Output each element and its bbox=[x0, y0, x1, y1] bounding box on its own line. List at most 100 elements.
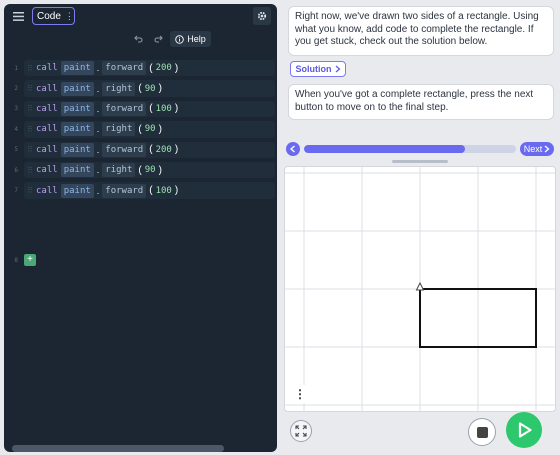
code-line[interactable]: 2 ⠿ call paint . right ( 90 ) bbox=[4, 78, 277, 98]
argument-value[interactable]: 90 bbox=[145, 124, 156, 134]
drag-handle-icon[interactable]: ⠿ bbox=[27, 145, 33, 154]
object-chip[interactable]: paint bbox=[60, 163, 94, 178]
code-block[interactable]: ⠿ call paint . right ( 90 ) bbox=[24, 161, 275, 179]
help-button[interactable]: Help bbox=[170, 31, 211, 47]
code-line[interactable]: 5 ⠿ call paint . forward ( 200 ) bbox=[4, 140, 277, 160]
canvas-grid bbox=[285, 167, 555, 411]
code-block[interactable]: ⠿ call paint . forward ( 200 ) bbox=[24, 141, 275, 158]
method-chip[interactable]: right bbox=[102, 163, 136, 178]
code-line[interactable]: 4 ⠿ call paint . right ( 90 ) bbox=[4, 119, 277, 139]
code-block[interactable]: ⠿ call paint . right ( 90 ) bbox=[24, 121, 275, 138]
tab-options-icon[interactable]: ⋮ bbox=[65, 11, 74, 22]
argument-value[interactable]: 100 bbox=[156, 186, 172, 196]
settings-gear-icon[interactable] bbox=[253, 7, 271, 25]
drag-handle-icon[interactable]: ⠿ bbox=[27, 64, 33, 73]
drag-handle-icon[interactable]: ⠿ bbox=[27, 104, 33, 113]
code-block[interactable]: ⠿ call paint . forward ( 100 ) bbox=[24, 100, 275, 118]
line-number: 1 bbox=[14, 64, 18, 72]
keyword: call bbox=[36, 124, 58, 135]
argument-value[interactable]: 90 bbox=[145, 165, 156, 175]
keyword: call bbox=[36, 144, 58, 155]
next-step-button[interactable]: Next bbox=[520, 142, 554, 156]
info-icon bbox=[175, 34, 184, 44]
drag-handle-icon[interactable]: ⠿ bbox=[27, 84, 33, 93]
instruction-text-next: When you've got a complete rectangle, pr… bbox=[295, 89, 534, 113]
progress-bar bbox=[304, 145, 516, 153]
line-number: 3 bbox=[14, 105, 18, 113]
help-label: Help bbox=[187, 34, 206, 44]
run-button[interactable] bbox=[506, 412, 542, 448]
redo-icon[interactable] bbox=[150, 31, 166, 47]
object-chip[interactable]: paint bbox=[60, 183, 94, 198]
menu-icon[interactable] bbox=[10, 8, 26, 24]
stop-icon bbox=[476, 426, 488, 438]
method-chip[interactable]: forward bbox=[102, 101, 147, 116]
object-chip[interactable]: paint bbox=[60, 101, 94, 116]
argument-value[interactable]: 100 bbox=[156, 104, 172, 114]
panel-resize-handle[interactable] bbox=[392, 160, 448, 163]
object-chip[interactable]: paint bbox=[60, 122, 94, 137]
object-chip[interactable]: paint bbox=[60, 81, 94, 96]
keyword: call bbox=[36, 165, 58, 176]
undo-icon[interactable] bbox=[130, 31, 146, 47]
line-number: 2 bbox=[14, 85, 18, 93]
keyword: call bbox=[36, 63, 58, 74]
code-block[interactable]: ⠿ call paint . right ( 90 ) bbox=[24, 80, 275, 97]
instruction-card-next: When you've got a complete rectangle, pr… bbox=[288, 84, 554, 120]
instruction-card: Right now, we've drawn two sides of a re… bbox=[288, 6, 554, 56]
method-chip[interactable]: forward bbox=[102, 183, 147, 198]
line-number: 6 bbox=[14, 166, 18, 174]
next-label: Next bbox=[523, 144, 543, 154]
argument-value[interactable]: 90 bbox=[145, 84, 156, 94]
horizontal-scrollbar[interactable] bbox=[12, 445, 224, 452]
drag-handle-icon[interactable]: ⠿ bbox=[27, 166, 33, 175]
expand-button[interactable] bbox=[290, 420, 312, 442]
code-editor: Code ⋮ Help 1 ⠿ call paint . forward (2… bbox=[4, 4, 277, 452]
argument-value[interactable]: 200 bbox=[156, 63, 172, 73]
previous-step-button[interactable] bbox=[286, 142, 300, 156]
add-block-button[interactable]: + bbox=[24, 254, 36, 266]
expand-icon bbox=[295, 425, 307, 437]
code-lines: 1 ⠿ call paint . forward ( 200 ) 2 ⠿ cal… bbox=[4, 58, 277, 266]
editor-toolbar: Help bbox=[4, 28, 277, 50]
line-number: 7 bbox=[14, 187, 18, 195]
editor-topbar: Code ⋮ bbox=[4, 4, 277, 28]
line-number: 5 bbox=[14, 146, 18, 154]
drawing-canvas bbox=[284, 166, 556, 412]
keyword: call bbox=[36, 83, 58, 94]
line-number: 4 bbox=[14, 125, 18, 133]
code-block[interactable]: ⠿ call paint . forward ( 200 ) bbox=[24, 60, 275, 77]
object-chip[interactable]: paint bbox=[60, 142, 94, 157]
line-number: 8 bbox=[14, 257, 18, 264]
chevron-right-icon bbox=[544, 145, 550, 153]
drag-handle-icon[interactable]: ⠿ bbox=[27, 125, 33, 134]
drag-handle-icon[interactable]: ⠿ bbox=[27, 186, 33, 195]
step-navigation: Next bbox=[286, 142, 554, 156]
chevron-left-icon bbox=[290, 145, 295, 153]
method-chip[interactable]: forward bbox=[102, 142, 147, 157]
code-line[interactable]: 6 ⠿ call paint . right ( 90 ) bbox=[4, 160, 277, 180]
solution-button[interactable]: Solution bbox=[290, 61, 346, 77]
solution-label: Solution bbox=[295, 64, 332, 74]
stop-button[interactable] bbox=[468, 418, 496, 446]
keyword: call bbox=[36, 103, 58, 114]
canvas-options-icon[interactable]: ⋮ bbox=[290, 384, 310, 404]
method-chip[interactable]: right bbox=[102, 81, 136, 96]
instruction-text: Right now, we've drawn two sides of a re… bbox=[295, 11, 539, 47]
code-line[interactable]: 3 ⠿ call paint . forward ( 100 ) bbox=[4, 99, 277, 119]
tab-code[interactable]: Code ⋮ bbox=[32, 7, 75, 25]
keyword: call bbox=[36, 185, 58, 196]
code-line[interactable]: 7 ⠿ call paint . forward ( 100 ) bbox=[4, 180, 277, 200]
lesson-panel: Right now, we've drawn two sides of a re… bbox=[284, 4, 556, 452]
progress-fill bbox=[304, 145, 466, 153]
method-chip[interactable]: forward bbox=[102, 61, 147, 76]
code-line[interactable]: 1 ⠿ call paint . forward ( 200 ) bbox=[4, 58, 277, 78]
code-block[interactable]: ⠿ call paint . forward ( 100 ) bbox=[24, 182, 275, 199]
method-chip[interactable]: right bbox=[102, 122, 136, 137]
tab-code-label: Code bbox=[37, 10, 61, 22]
play-icon bbox=[518, 422, 532, 438]
object-chip[interactable]: paint bbox=[60, 61, 94, 76]
run-controls bbox=[284, 412, 556, 452]
chevron-right-icon bbox=[335, 65, 340, 73]
argument-value[interactable]: 200 bbox=[156, 145, 172, 155]
